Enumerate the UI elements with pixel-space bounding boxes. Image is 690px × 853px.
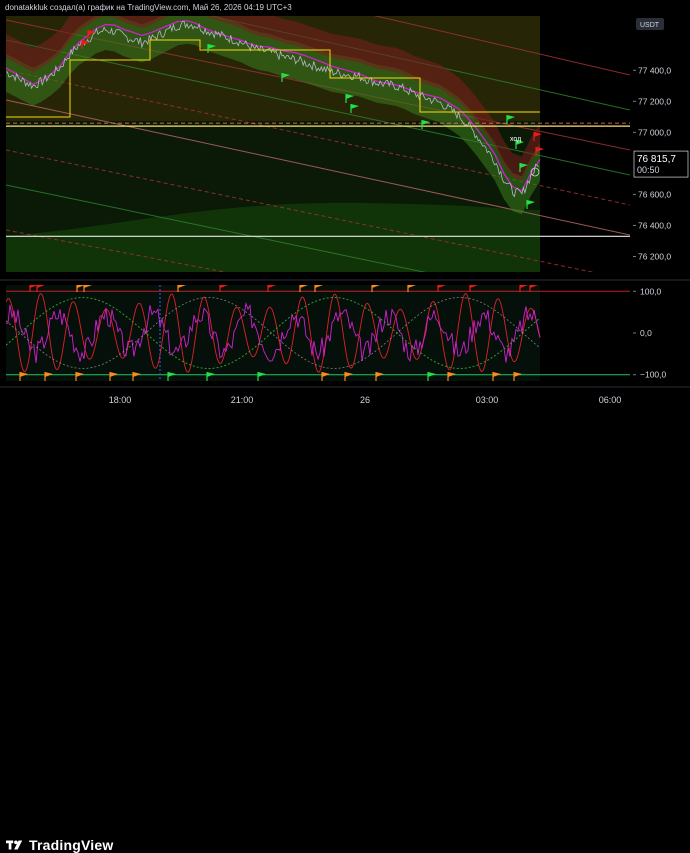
time-tick-label: 18:00 xyxy=(109,395,132,405)
price-tick-label: 76 400,0 xyxy=(638,220,671,230)
time-tick-label: 26 xyxy=(360,395,370,405)
currency-label: USDT xyxy=(640,22,660,29)
oscillator-tick-label: 0,0 xyxy=(640,328,652,338)
chart-canvas[interactable]: ход USDT 77 400,0 77 200,0 77 000,0 76 600,0 7… xyxy=(0,0,690,414)
time-tick-label: 03:00 xyxy=(476,395,499,405)
price-tick-label: 77 000,0 xyxy=(638,127,671,137)
time-tick-label: 06:00 xyxy=(599,395,622,405)
chart-frame: donatakkluk создал(а) график на TradingV… xyxy=(0,0,690,853)
time-axis: 18:00 21:00 26 03:00 06:00 xyxy=(0,386,690,405)
tradingview-logo-icon xyxy=(6,840,23,850)
time-tick-label: 21:00 xyxy=(231,395,254,405)
last-price-label: 76 815,7 xyxy=(637,154,676,165)
price-axis: USDT 77 400,0 77 200,0 77 000,0 76 600,0 76 4… xyxy=(633,18,689,261)
oscillator-tick-label: −100,0 xyxy=(640,370,667,380)
price-tick-label: 76 200,0 xyxy=(638,251,671,261)
oscillator-pane xyxy=(6,285,630,381)
logo-text: TradingView xyxy=(29,837,114,853)
oscillator-axis: 100,0 0,0 −100,0 xyxy=(633,286,667,380)
tradingview-logo[interactable]: TradingView xyxy=(6,837,113,853)
price-tick-label: 77 200,0 xyxy=(638,96,671,106)
oscillator-shade xyxy=(6,285,540,381)
oscillator-tick-label: 100,0 xyxy=(640,286,662,296)
price-tick-label: 76 600,0 xyxy=(638,189,671,199)
annotation-label: ход xyxy=(510,136,521,143)
countdown-label: 00:50 xyxy=(637,165,660,175)
footer-bar: TradingView xyxy=(0,414,690,853)
price-tick-label: 77 400,0 xyxy=(638,65,671,75)
